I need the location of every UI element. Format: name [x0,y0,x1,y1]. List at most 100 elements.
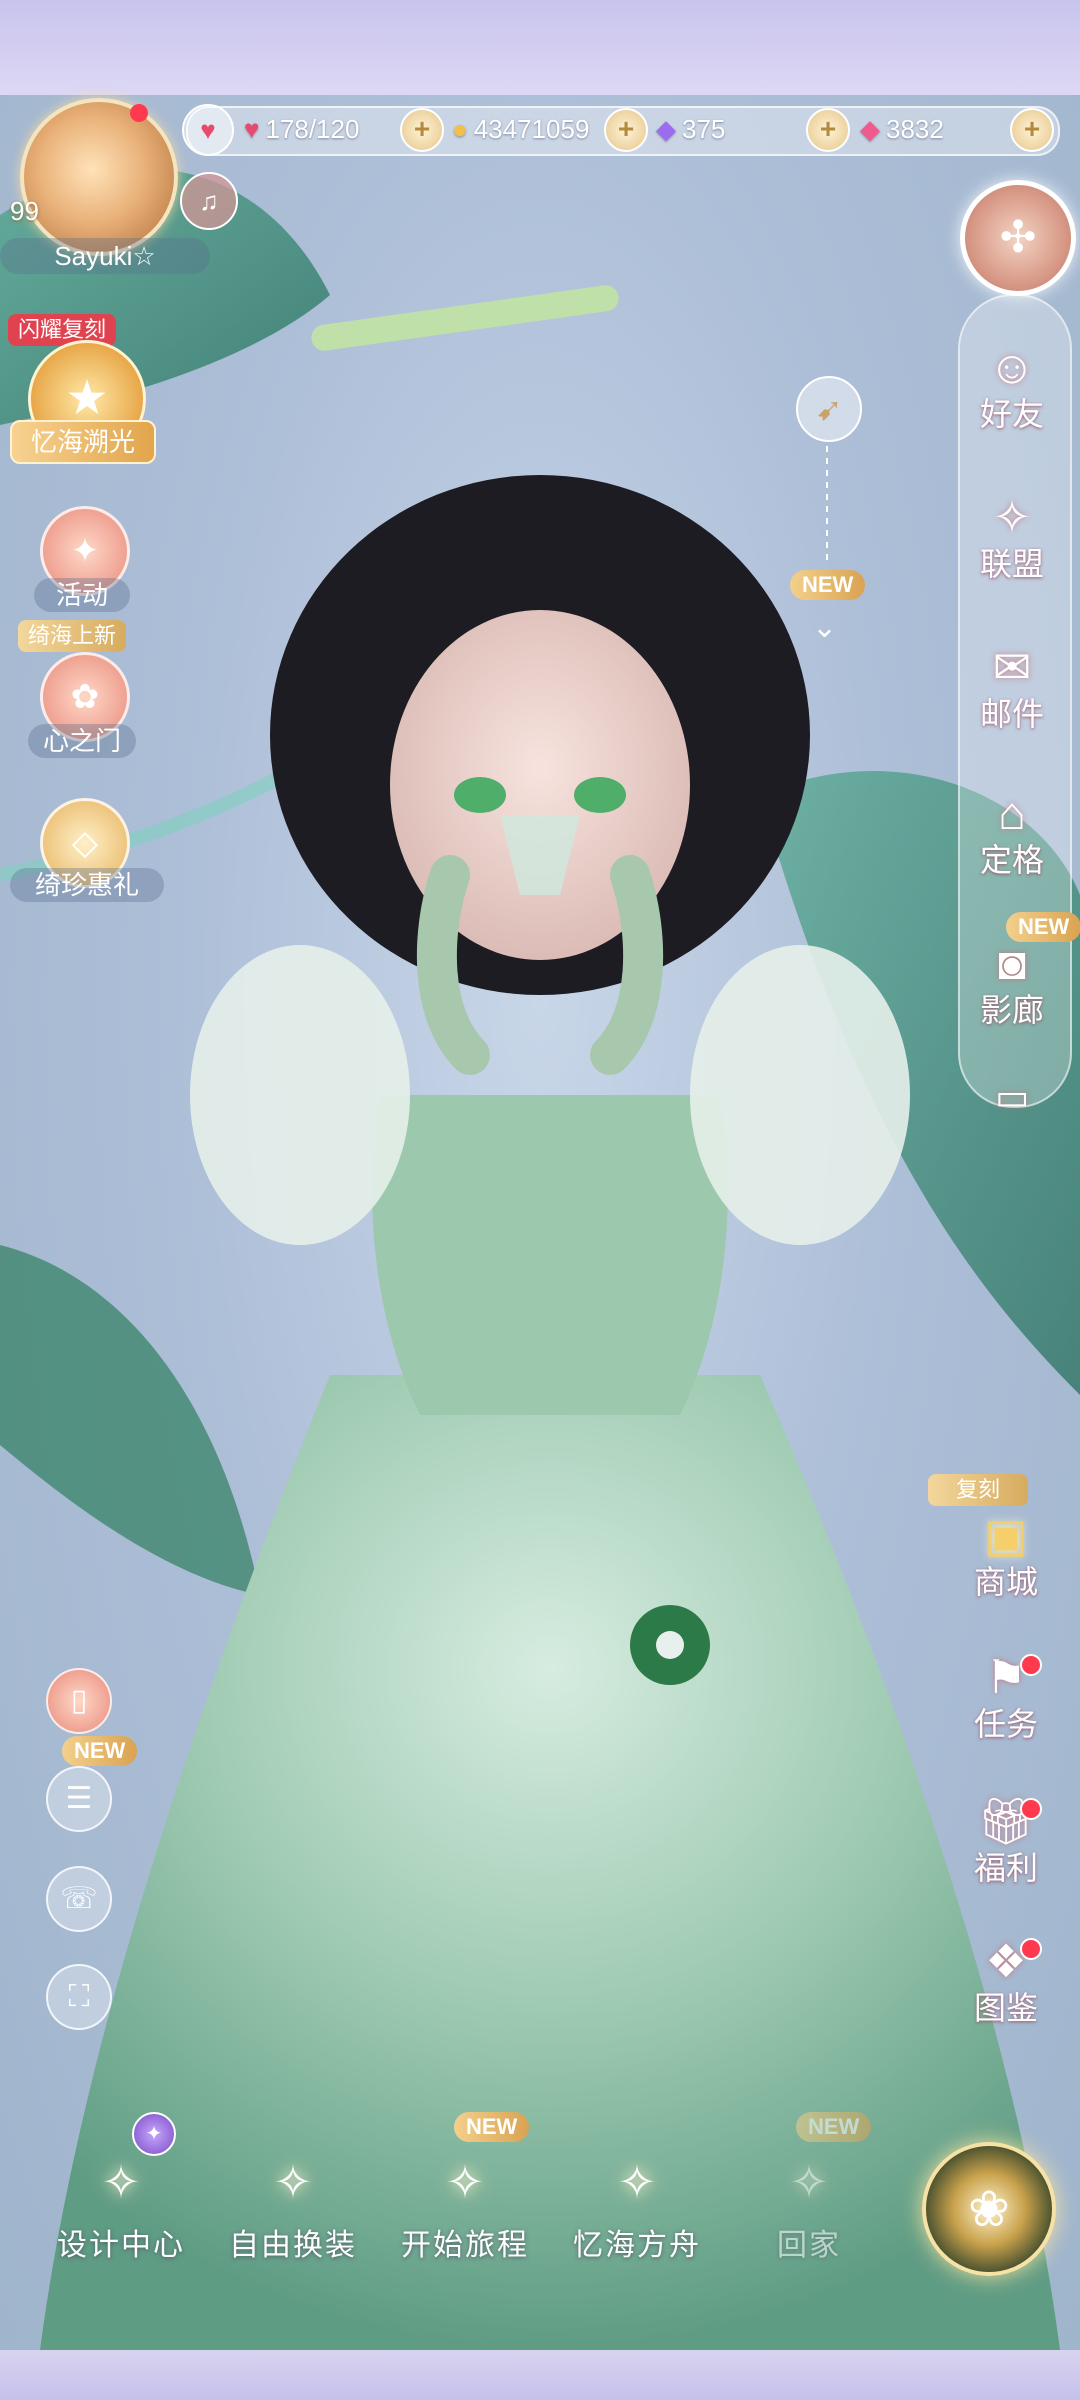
star-badge-icon: ★ [65,372,109,425]
nav-go-home-label: 回家 [777,2229,841,2262]
camera-icon: ◙ [998,937,1026,989]
center-new-badge: NEW [790,570,866,600]
nav-design-center[interactable]: ✧ 设计中心 [46,2140,196,2280]
nav-memory-ark[interactable]: ✧ 忆海方舟 [562,2140,712,2280]
diamond-icon: ◆ [656,113,676,144]
player-avatar[interactable] [20,98,178,256]
gallery-button[interactable]: ◙ 影廊 [962,936,1062,1030]
memory-ark-icon: ✧ [617,2156,657,2208]
friends-label: 好友 [979,396,1044,432]
nav-go-home[interactable]: ✧ 回家 [734,2140,884,2280]
diamond-display: ◆ 375 [656,110,725,148]
mail-label: 邮件 [979,696,1044,732]
gate-icon: ✿ [70,678,100,716]
design-center-icon: ✧ [101,2156,141,2208]
welfare-notification-dot [1020,1798,1042,1820]
music-note-icon: ♫ [199,186,219,216]
tasks-notification-dot [1020,1654,1042,1676]
fullscreen-icon: ⛶ [68,1980,90,2013]
document-icon: ▭ [994,1076,1029,1117]
fullscreen-button[interactable]: ⛶ [46,1964,112,2030]
bottom-frame [0,2350,1080,2400]
pink-crystal-add-button[interactable]: + [1010,108,1054,152]
nav-design-center-label: 设计中心 [57,2229,185,2262]
pink-crystal-display: ◆ 3832 [860,110,944,148]
alliance-crest-icon: ✧ [992,491,1032,543]
top-frame [0,0,1080,95]
gift-icon: 🎁︎ [976,1795,1036,1847]
start-journey-icon: ✧ [445,2156,485,2208]
chevron-down-icon[interactable]: ⌄ [812,610,837,645]
stamina-display: ♥ 178/120 [244,110,359,148]
codex-book-icon: ❖ [985,1935,1027,1987]
home-icon: ✧ [789,2156,829,2208]
task-flag-icon: ⚑ [985,1651,1027,1703]
compass-button[interactable]: ➹ [796,376,862,442]
heart-gate-label: 心之门 [28,724,136,758]
gallery-label: 影廊 [979,992,1044,1028]
alliance-label: 联盟 [979,546,1044,582]
nav-free-dressup-label: 自由换装 [229,2229,357,2262]
nav-free-dressup[interactable]: ✧ 自由换装 [218,2140,368,2280]
nav-start-journey-label: 开始旅程 [401,2229,529,2262]
activity-label: 活动 [34,578,130,612]
pink-crystal-value: 3832 [886,113,944,144]
shopping-bag-icon: ▣ [984,1509,1028,1561]
shop-rerun-tag: 复刻 [928,1474,1028,1506]
gold-value: 43471059 [473,113,590,144]
heart-icon: ♥ [200,115,216,145]
codex-label: 图鉴 [973,1990,1038,2026]
dotted-guide [826,446,828,566]
gold-coin-icon: ● [452,113,468,144]
treasure-gift-label: 绮珍惠礼 [10,868,164,902]
free-dressup-icon: ✧ [273,2156,313,2208]
stamina-heart-icon: ♥ [244,113,260,144]
music-button[interactable]: ♫ [180,172,238,230]
gem-icon: ◇ [71,824,99,862]
tasks-label: 任务 [973,1706,1038,1742]
shop-button[interactable]: ▣ 商城 [956,1508,1056,1602]
phone-new-badge: NEW [62,1736,138,1766]
player-level: 99 [10,196,39,226]
stamina-add-button[interactable]: + [400,108,444,152]
gold-add-button[interactable]: + [604,108,648,152]
pinwheel-icon: ✣ [999,213,1037,262]
heart-button[interactable]: ♥ [182,104,234,156]
home-new-badge: NEW [796,2112,872,2142]
codex-notification-dot [1020,1938,1042,1960]
chat-button[interactable]: ☏ [46,1866,112,1932]
nav-memory-ark-label: 忆海方舟 [573,2229,701,2262]
welfare-label: 福利 [973,1850,1038,1886]
character-illustration [0,168,1080,2350]
diamond-value: 375 [682,113,726,144]
diamond-add-button[interactable]: + [806,108,850,152]
house-icon: ⌂ [998,787,1026,839]
pose-button[interactable]: ⌂ 定格 [962,786,1062,880]
compass-icon: ➹ [815,391,843,427]
friends-button[interactable]: ☺ 好友 [962,340,1062,434]
lotus-icon: ❀ [968,2181,1010,2237]
pink-crystal-icon: ◆ [860,113,880,144]
shop-label: 商城 [973,1564,1038,1600]
pose-label: 定格 [979,842,1044,878]
character-scene [0,95,1080,2350]
settings-orb-button[interactable]: ✣ [960,180,1076,296]
event-memory-label: 忆海溯光 [10,420,156,464]
notice-board-icon: ☰ [65,1782,93,1815]
journey-new-badge: NEW [454,2112,530,2142]
avatar-notification-dot [130,104,148,122]
more-button[interactable]: ▭ [962,1070,1062,1124]
player-name: Sayuki☆ [0,238,210,274]
stamina-value: 178/120 [265,113,360,144]
nav-start-journey[interactable]: ✧ 开始旅程 [390,2140,540,2280]
mail-icon: ✉ [992,641,1032,693]
main-menu-orb[interactable]: ❀ [922,2142,1056,2276]
phone-icon: ▯ [70,1684,88,1717]
alliance-button[interactable]: ✧ 联盟 [962,490,1062,584]
announcement-button[interactable]: ☰ [46,1766,112,1832]
mail-button[interactable]: ✉ 邮件 [962,640,1062,734]
phone-button[interactable]: ▯ [46,1668,112,1734]
activity-star-icon: ✦ [70,532,100,570]
friends-icon: ☺ [988,341,1036,393]
gold-display: ● 43471059 [452,110,589,148]
